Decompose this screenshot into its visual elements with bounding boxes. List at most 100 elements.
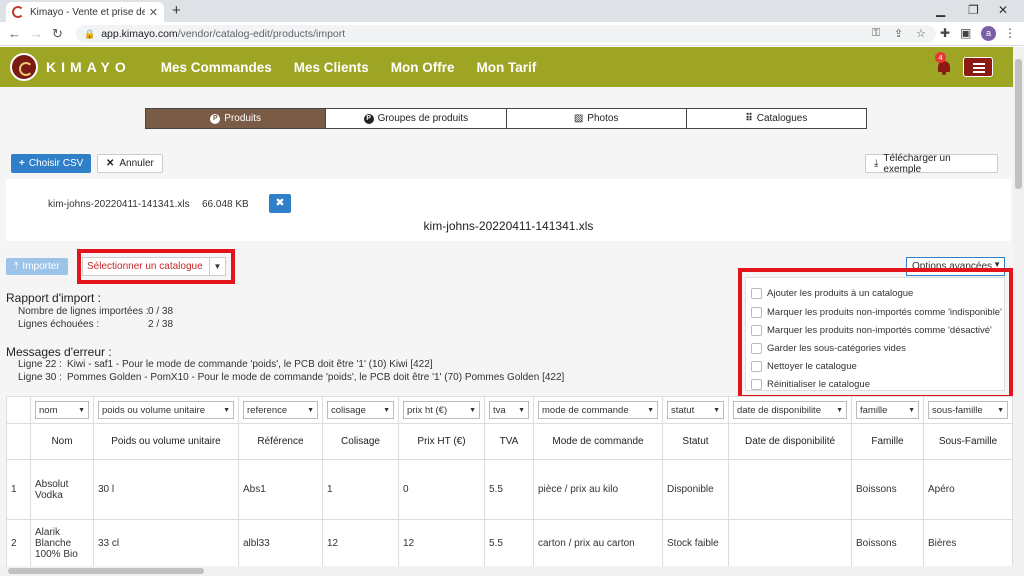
restore-icon[interactable]: ❐ xyxy=(968,3,979,17)
tab-produits[interactable]: P Produits xyxy=(146,109,327,128)
logo-mark-icon xyxy=(10,53,38,81)
address-bar-row: ← → ↻ 🔒 app.kimayo.com/vendor/catalog-ed… xyxy=(0,22,1024,46)
remove-file-button[interactable]: ✖ xyxy=(269,194,291,213)
close-window-icon[interactable]: ✕ xyxy=(998,3,1008,17)
tab-catalogues[interactable]: ⠿ Catalogues xyxy=(686,109,866,128)
kimayo-favicon-icon xyxy=(12,6,24,18)
column-select[interactable]: tva ▼ xyxy=(489,401,529,419)
column-select[interactable]: nom ▼ xyxy=(35,401,89,419)
report-title: Rapport d'import : xyxy=(6,291,101,305)
select-value: sous-famille xyxy=(932,404,983,416)
tab-label: Produits xyxy=(224,113,261,124)
table-cell: albl33 xyxy=(238,519,323,568)
import-preview-table: nom ▼ poids ou volume unitaire ▼ reference… xyxy=(6,396,1013,568)
tab-label: Catalogues xyxy=(756,113,808,124)
share-icon[interactable]: ⇪ xyxy=(894,27,903,40)
download-icon: ⤓ xyxy=(874,158,879,169)
table-cell: Apéro xyxy=(923,459,1013,520)
error-line-prefix: Ligne 30 : xyxy=(18,372,62,383)
table-cell: 33 cl xyxy=(93,519,239,568)
column-select[interactable]: prix ht (€) ▼ xyxy=(403,401,480,419)
menu-mon-tarif[interactable]: Mon Tarif xyxy=(477,60,537,75)
column-header: Colisage xyxy=(322,423,399,460)
url-field[interactable]: 🔒 app.kimayo.com/vendor/catalog-edit/pro… xyxy=(76,25,936,43)
browser-tab-title: Kimayo - Vente et prise de comm xyxy=(30,6,145,18)
table-cell: 1 xyxy=(322,459,399,520)
column-header: Statut xyxy=(662,423,729,460)
row-number: 1 xyxy=(6,459,31,520)
table-cell: Abs1 xyxy=(238,459,323,520)
column-header: Date de disponibilité xyxy=(728,423,852,460)
column-select[interactable]: statut ▼ xyxy=(667,401,724,419)
import-label: Importer xyxy=(22,261,60,272)
caret-down-icon: ▼ xyxy=(78,406,85,414)
cancel-button[interactable]: ✕ Annuler xyxy=(97,154,163,173)
menu-mes-commandes[interactable]: Mes Commandes xyxy=(161,60,272,75)
select-value: nom xyxy=(39,404,58,416)
choose-csv-button[interactable]: + Choisir CSV xyxy=(11,154,92,173)
key-icon[interactable]: ⚿ xyxy=(872,27,880,40)
browser-tab[interactable]: Kimayo - Vente et prise de comm ✕ xyxy=(6,2,164,22)
column-select[interactable]: reference ▼ xyxy=(243,401,318,419)
column-select[interactable]: poids ou volume unitaire ▼ xyxy=(98,401,234,419)
close-tab-icon[interactable]: ✕ xyxy=(149,6,158,19)
select-value: colisage xyxy=(331,404,366,416)
table-cell: 5.5 xyxy=(484,519,534,568)
column-select[interactable]: mode de commande ▼ xyxy=(538,401,658,419)
column-select[interactable]: famille ▼ xyxy=(856,401,919,419)
tab-label: Photos xyxy=(587,113,619,124)
table-header-row: Nom Poids ou volume unitaire Référence C… xyxy=(6,423,1013,460)
table-cell: 12 xyxy=(322,519,399,568)
new-tab-icon[interactable]: + xyxy=(172,2,181,19)
column-select[interactable]: colisage ▼ xyxy=(327,401,394,419)
download-example-button[interactable]: ⤓ Télécharger un exemple xyxy=(865,153,998,175)
browser-tab-strip: Kimayo - Vente et prise de comm ✕ + ▁ ❐ … xyxy=(0,0,1024,22)
column-header: Poids ou volume unitaire xyxy=(93,423,239,460)
file-size: 66.048 KB xyxy=(202,199,249,210)
column-header: TVA xyxy=(484,423,534,460)
menu-mes-clients[interactable]: Mes Clients xyxy=(294,60,369,75)
select-value: tva xyxy=(493,404,506,416)
caret-down-icon: ▼ xyxy=(836,406,843,414)
column-select[interactable]: date de disponibilite ▼ xyxy=(733,401,847,419)
column-header: Nom xyxy=(30,423,94,460)
highlight-advanced-options xyxy=(738,268,1013,399)
table-cell: 5.5 xyxy=(484,459,534,520)
browser-menu-icon[interactable]: ⋮ xyxy=(1004,26,1016,40)
row-number-header xyxy=(6,423,31,460)
column-select[interactable]: sous-famille ▼ xyxy=(928,401,1008,419)
table-cell: Disponible xyxy=(662,459,729,520)
catalog-select[interactable]: Sélectionner un catalogue ▼ xyxy=(82,257,226,276)
table-row: 2 Alarik Blanche 100% Bio 33 cl albl33 1… xyxy=(6,519,1013,568)
select-value: mode de commande xyxy=(542,404,629,416)
tab-photos[interactable]: ▨ Photos xyxy=(506,109,687,128)
column-header: Prix HT (€) xyxy=(398,423,485,460)
horizontal-scrollbar[interactable] xyxy=(0,566,1013,576)
reload-icon[interactable]: ↻ xyxy=(52,26,63,42)
row-number: 2 xyxy=(6,519,31,568)
select-value: date de disponibilite xyxy=(737,404,821,416)
menu-mon-offre[interactable]: Mon Offre xyxy=(391,60,455,75)
row-number-cell xyxy=(6,396,31,424)
import-button[interactable]: ⤒ Importer xyxy=(6,258,68,275)
caret-down-icon: ▼ xyxy=(647,406,654,414)
extensions-icon[interactable]: ✚ xyxy=(940,26,950,40)
forward-icon[interactable]: → xyxy=(30,26,43,41)
sidepanel-icon[interactable]: ▣ xyxy=(960,26,971,40)
brand-name: KIMAYO xyxy=(46,59,131,75)
minimize-icon[interactable]: ▁ xyxy=(936,3,945,17)
profile-avatar[interactable]: a xyxy=(981,26,996,41)
kimayo-logo[interactable]: KIMAYO xyxy=(10,53,131,81)
vertical-scrollbar[interactable] xyxy=(1013,47,1024,576)
table-cell: 0 xyxy=(398,459,485,520)
p-circle-icon: P xyxy=(363,113,374,124)
select-value: statut xyxy=(671,404,695,416)
select-value: poids ou volume unitaire xyxy=(102,404,205,416)
tab-groupes-de-produits[interactable]: P Groupes de produits xyxy=(326,109,507,128)
caret-down-icon: ▼ xyxy=(307,406,314,414)
image-icon: ▨ xyxy=(573,113,584,124)
hamburger-menu-button[interactable] xyxy=(963,57,993,77)
plus-icon: + xyxy=(19,158,25,169)
bookmark-star-icon[interactable]: ☆ xyxy=(916,27,926,40)
back-icon[interactable]: ← xyxy=(8,26,21,41)
